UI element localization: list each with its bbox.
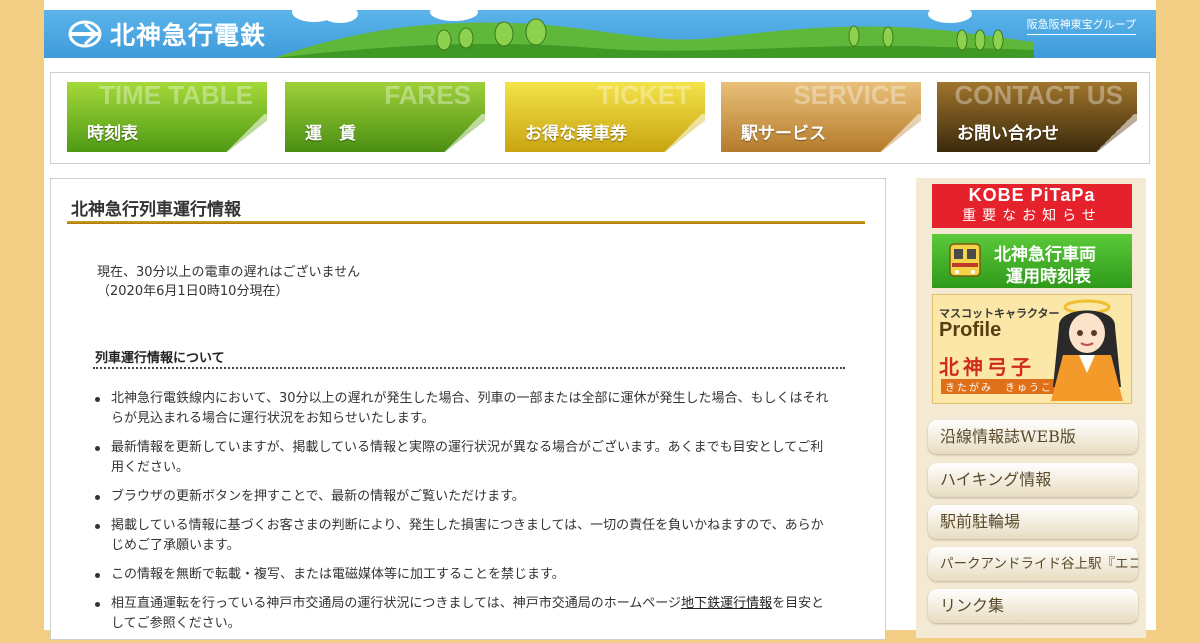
list-item: この情報を無断で転載・複写、または電磁媒体等に加工することを禁じます。 [95, 565, 831, 585]
list-item: 掲載している情報に基づくお客さまの判断により、発生した損害につきましては、一切の… [95, 516, 831, 556]
sidebar-link-park-and-ride[interactable]: パークアンドライド谷上駅『エコ駐車場』 [928, 547, 1138, 581]
hills-decoration [274, 10, 1034, 58]
main-navigation: TIME TABLE 時刻表 FARES 運 賃 TICKET お得な乗車券 S… [50, 72, 1150, 164]
list-item: 北神急行電鉄線内において、30分以上の遅れが発生した場合、列車の一部または全部に… [95, 389, 831, 429]
nav-en-label: SERVICE [793, 82, 907, 110]
sidebar-link-magazine[interactable]: 沿線情報誌WEB版 [928, 420, 1138, 454]
notes-list: 北神急行電鉄線内において、30分以上の遅れが発生した場合、列車の一部または全部に… [95, 389, 851, 643]
nav-fares-button[interactable]: FARES 運 賃 [285, 82, 485, 152]
nav-ticket-button[interactable]: TICKET お得な乗車券 [505, 82, 705, 152]
page-fold-decoration [441, 114, 485, 152]
nav-en-label: TIME TABLE [98, 82, 253, 110]
site-logo[interactable]: 北神急行電鉄 [68, 18, 266, 50]
page-fold-decoration [661, 114, 705, 152]
banner-subtitle: 重要なお知らせ [962, 208, 1102, 224]
page-fold-decoration [223, 114, 267, 152]
sidebar-link-hiking[interactable]: ハイキング情報 [928, 463, 1138, 497]
train-icon [949, 243, 981, 277]
status-timestamp: （2020年6月1日0時10分現在） [97, 284, 289, 299]
pitapa-notice-banner[interactable]: KOBE PiTaPa 重要なお知らせ [932, 184, 1132, 228]
banner-subtitle: 運用時刻表 [1006, 267, 1091, 287]
page-fold-decoration [877, 114, 921, 152]
nav-jp-label: 駅サービス [741, 124, 826, 144]
mascot-profile-banner[interactable]: マスコットキャラクター Profile 北神弓子 きたがみ きゅうこ [932, 294, 1132, 404]
nav-en-label: CONTACT US [954, 82, 1123, 110]
page-fold-decoration [1093, 114, 1137, 152]
mascot-profile-label: Profile [939, 319, 1002, 341]
site-header: 北神急行電鉄 阪急阪神東宝グループ [44, 10, 1156, 58]
nav-jp-label: お問い合わせ [957, 124, 1059, 144]
train-schedule-banner[interactable]: 北神急行車両 運用時刻表 [932, 234, 1132, 288]
section-divider [93, 367, 845, 369]
nav-jp-label: お得な乗車券 [525, 124, 627, 144]
note-text: 相互直通運転を行っている神戸市交通局の運行状況につきましては、神戸市交通局のホー… [111, 596, 682, 611]
nav-jp-label: 運 賃 [305, 124, 356, 144]
list-item: 最新情報を更新していますが、掲載している情報と実際の運行状況が異なる場合がござい… [95, 438, 831, 478]
nav-en-label: TICKET [597, 82, 691, 110]
nav-timetable-button[interactable]: TIME TABLE 時刻表 [67, 82, 267, 152]
nav-service-button[interactable]: SERVICE 駅サービス [721, 82, 921, 152]
main-content: 北神急行列車運行情報 現在、30分以上の電車の遅れはございません （2020年6… [50, 178, 886, 640]
sidebar-link-links[interactable]: リンク集 [928, 589, 1138, 623]
page-title: 北神急行列車運行情報 [71, 200, 241, 220]
title-divider [67, 221, 865, 224]
mascot-character-icon [1051, 299, 1123, 401]
nav-contact-button[interactable]: CONTACT US お問い合わせ [937, 82, 1137, 152]
section-heading: 列車運行情報について [95, 351, 225, 366]
list-item: 相互直通運転を行っている神戸市交通局の運行状況につきましては、神戸市交通局のホー… [95, 594, 831, 634]
nav-jp-label: 時刻表 [87, 124, 138, 144]
list-item: ブラウザの更新ボタンを押すことで、最新の情報がご覧いただけます。 [95, 487, 831, 507]
sidebar-link-bicycle-parking[interactable]: 駅前駐輪場 [928, 505, 1138, 539]
operation-status: 現在、30分以上の電車の遅れはございません [97, 265, 361, 280]
mascot-name: 北神弓子 [939, 355, 1035, 379]
group-name[interactable]: 阪急阪神東宝グループ [1026, 16, 1136, 35]
sidebar: KOBE PiTaPa 重要なお知らせ 北神急行車両 運用時刻表 マスコットキャ… [916, 178, 1146, 638]
page: 北神急行電鉄 阪急阪神東宝グループ TIME TABLE 時刻表 FARES 運… [44, 0, 1156, 640]
nav-en-label: FARES [384, 82, 471, 110]
logo-text: 北神急行電鉄 [110, 21, 267, 50]
banner-title: KOBE PiTaPa [968, 185, 1096, 205]
company-logo-icon [68, 20, 102, 48]
subway-status-link[interactable]: 地下鉄運行情報 [681, 596, 772, 611]
